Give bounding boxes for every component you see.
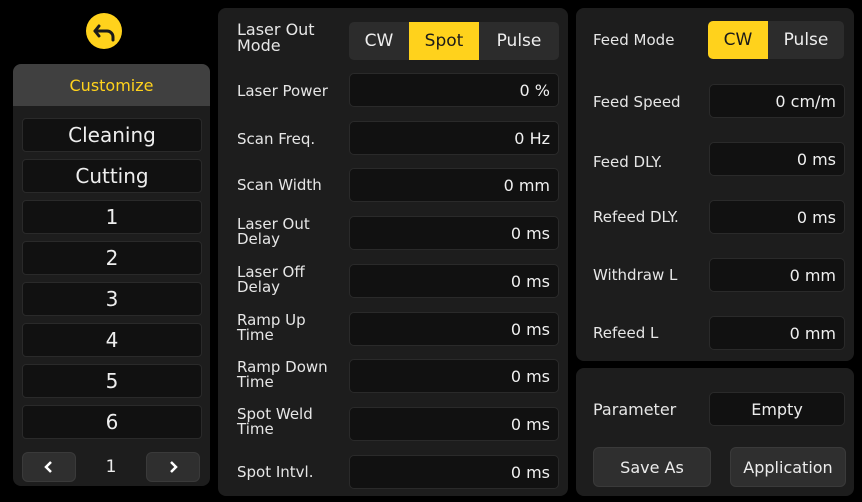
sidebar-item-5[interactable]: 5	[22, 364, 202, 398]
scan-width-field[interactable]: 0 mm	[349, 168, 559, 202]
laser-out-delay-field[interactable]: 0 ms	[349, 216, 559, 250]
ramp-down-time-label: Ramp Down Time	[237, 358, 328, 391]
refeed-dly-field[interactable]: 0 ms	[709, 200, 845, 234]
application-button[interactable]: Application	[730, 447, 846, 487]
laser-off-delay-label: Laser Off Delay	[237, 263, 305, 296]
sidebar-item-3[interactable]: 3	[22, 282, 202, 316]
feed-dly-label: Feed DLY.	[593, 153, 663, 171]
parameter-label: Parameter	[593, 400, 677, 419]
back-arrow-icon	[93, 24, 115, 42]
feed-cw-button[interactable]: CW	[708, 21, 768, 59]
feed-panel	[576, 8, 854, 361]
sidebar-item-2[interactable]: 2	[22, 241, 202, 275]
spot-weld-time-label: Spot Weld Time	[237, 405, 313, 438]
refeed-l-field[interactable]: 0 mm	[709, 316, 845, 350]
feed-speed-label: Feed Speed	[593, 93, 681, 111]
feed-dly-field[interactable]: 0 ms	[709, 142, 845, 176]
feed-mode-label: Feed Mode	[593, 31, 675, 49]
ramp-up-time-label: Ramp Up Time	[237, 311, 306, 344]
prev-page-button[interactable]	[22, 452, 76, 482]
laser-out-mode-selector: CW Spot Pulse	[349, 22, 559, 60]
sidebar-item-cleaning[interactable]: Cleaning	[22, 118, 202, 152]
customize-header: Customize	[13, 64, 210, 106]
chevron-left-icon	[44, 461, 52, 473]
spot-intvl-label: Spot Intvl.	[237, 463, 314, 481]
scan-freq-label: Scan Freq.	[237, 130, 316, 148]
mode-cw-button[interactable]: CW	[349, 22, 409, 60]
laser-out-delay-label: Laser Out Delay	[237, 215, 310, 248]
refeed-l-label: Refeed L	[593, 324, 659, 342]
scan-width-label: Scan Width	[237, 176, 322, 194]
refeed-dly-label: Refeed DLY.	[593, 208, 679, 226]
feed-speed-field[interactable]: 0 cm/m	[709, 84, 845, 118]
laser-out-mode-label: Laser Out Mode	[237, 20, 315, 55]
laser-power-field[interactable]: 0 %	[349, 73, 559, 107]
feed-mode-selector: CW Pulse	[708, 21, 844, 59]
sidebar-item-6[interactable]: 6	[22, 405, 202, 439]
save-as-button[interactable]: Save As	[593, 447, 711, 487]
withdraw-l-label: Withdraw L	[593, 266, 678, 284]
mode-spot-button[interactable]: Spot	[409, 22, 479, 60]
parameter-value-field[interactable]: Empty	[709, 392, 845, 426]
spot-intvl-field[interactable]: 0 ms	[349, 455, 559, 489]
back-button[interactable]	[86, 13, 122, 49]
feed-pulse-button[interactable]: Pulse	[768, 21, 844, 59]
chevron-right-icon	[170, 461, 178, 473]
withdraw-l-field[interactable]: 0 mm	[709, 258, 845, 292]
sidebar-item-1[interactable]: 1	[22, 200, 202, 234]
laser-power-label: Laser Power	[237, 82, 328, 100]
ramp-up-time-field[interactable]: 0 ms	[349, 312, 559, 346]
next-page-button[interactable]	[146, 452, 200, 482]
laser-off-delay-field[interactable]: 0 ms	[349, 264, 559, 298]
sidebar-item-4[interactable]: 4	[22, 323, 202, 357]
page-number: 1	[105, 457, 117, 477]
sidebar-item-cutting[interactable]: Cutting	[22, 159, 202, 193]
spot-weld-time-field[interactable]: 0 ms	[349, 407, 559, 441]
scan-freq-field[interactable]: 0 Hz	[349, 121, 559, 155]
ramp-down-time-field[interactable]: 0 ms	[349, 359, 559, 393]
mode-pulse-button[interactable]: Pulse	[479, 22, 559, 60]
